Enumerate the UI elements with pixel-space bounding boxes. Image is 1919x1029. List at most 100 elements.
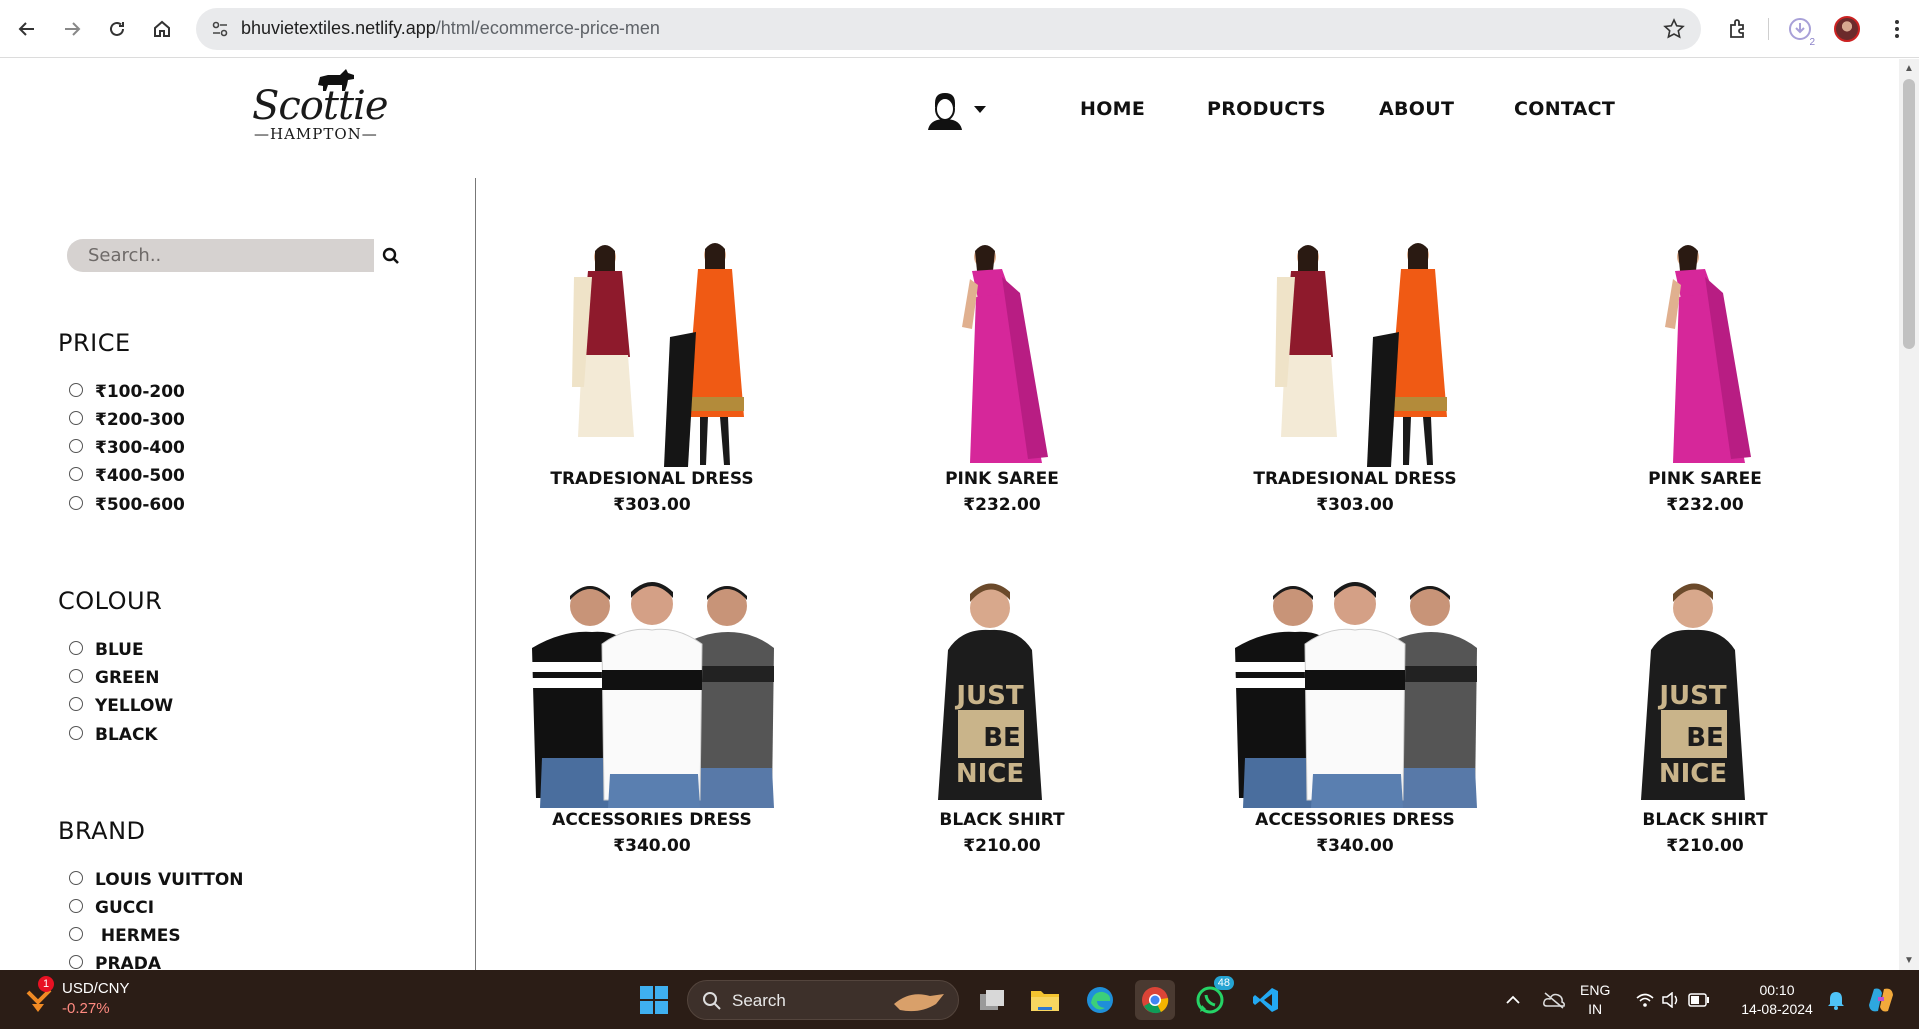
whatsapp-button[interactable]: 48: [1190, 976, 1234, 1020]
scroll-down-arrow-icon[interactable]: ▼: [1904, 955, 1914, 966]
start-button[interactable]: [634, 980, 674, 1020]
search-button[interactable]: [374, 239, 407, 272]
colour-option[interactable]: YELLOW: [69, 695, 173, 717]
price-option[interactable]: ₹100-200: [69, 381, 185, 403]
product-card[interactable]: ACCESSORIES DRESS ₹340.00: [502, 578, 802, 856]
radio-button[interactable]: [69, 899, 83, 913]
clock[interactable]: 00:10 14-08-2024: [1732, 981, 1822, 1019]
radio-button[interactable]: [69, 927, 83, 941]
product-image-pink-saree[interactable]: [1555, 237, 1855, 467]
scroll-up-arrow-icon[interactable]: ▲: [1904, 63, 1914, 74]
brand-option[interactable]: GUCCI: [69, 897, 154, 919]
copilot-button[interactable]: [1861, 980, 1901, 1020]
product-name[interactable]: PINK SAREE: [852, 469, 1152, 489]
edge-button[interactable]: [1080, 980, 1120, 1020]
price-option[interactable]: ₹400-500: [69, 465, 185, 487]
vscode-button[interactable]: [1246, 980, 1286, 1020]
product-name[interactable]: PINK SAREE: [1555, 469, 1855, 489]
extensions-button[interactable]: [1721, 12, 1755, 46]
product-name[interactable]: TRADESIONAL DRESS: [502, 469, 802, 489]
product-image-men-tshirts[interactable]: [1205, 578, 1505, 808]
product-image-pink-saree[interactable]: [852, 237, 1152, 467]
colour-option[interactable]: GREEN: [69, 667, 160, 689]
radio-button[interactable]: [69, 496, 83, 510]
radio-button[interactable]: [69, 467, 83, 481]
nav-products[interactable]: PRODUCTS: [1207, 98, 1326, 120]
price-option[interactable]: ₹300-400: [69, 437, 185, 459]
radio-button[interactable]: [69, 439, 83, 453]
product-card[interactable]: TRADESIONAL DRESS ₹303.00: [1205, 237, 1505, 515]
product-name[interactable]: BLACK SHIRT: [1555, 810, 1855, 830]
browser-menu-button[interactable]: [1880, 12, 1914, 46]
product-name[interactable]: ACCESSORIES DRESS: [1205, 810, 1505, 830]
nav-home[interactable]: HOME: [1080, 98, 1145, 120]
product-price: ₹303.00: [613, 495, 691, 515]
option-label: ₹100-200: [95, 382, 185, 402]
clock-time: 00:10: [1759, 982, 1795, 998]
product-card[interactable]: ACCESSORIES DRESS ₹340.00: [1205, 578, 1505, 856]
radio-button[interactable]: [69, 641, 83, 655]
notifications-button[interactable]: [1816, 980, 1856, 1020]
hoodie-print-line-1: JUST: [954, 681, 1024, 711]
product-card[interactable]: JUST BE NICE BLACK SHIRT ₹210.00: [1555, 578, 1855, 856]
site-logo[interactable]: Scottie —HAMPTON—: [252, 63, 388, 145]
tray-overflow-button[interactable]: [1493, 980, 1533, 1020]
address-bar[interactable]: bhuvietextiles.netlify.app/html/ecommerc…: [196, 8, 1701, 50]
product-image-black-hoodie[interactable]: JUST BE NICE: [1555, 578, 1855, 808]
downloads-button[interactable]: 2: [1783, 12, 1817, 48]
onedrive-button[interactable]: [1534, 980, 1574, 1020]
forward-button[interactable]: [55, 12, 89, 46]
profile-avatar[interactable]: [1834, 16, 1860, 42]
language-indicator[interactable]: ENG IN: [1580, 981, 1610, 1019]
search-input[interactable]: [67, 239, 374, 272]
radio-button[interactable]: [69, 726, 83, 740]
home-button[interactable]: [145, 12, 179, 46]
product-image-salwar-suits[interactable]: [1205, 237, 1505, 467]
bookmark-star-icon[interactable]: [1663, 18, 1685, 40]
product-card[interactable]: JUST BE NICE BLACK SHIRT ₹210.00: [852, 578, 1152, 856]
chrome-button[interactable]: [1135, 980, 1175, 1020]
radio-button[interactable]: [69, 697, 83, 711]
price-option[interactable]: ₹500-600: [69, 494, 185, 516]
back-button[interactable]: [10, 12, 44, 46]
product-card[interactable]: TRADESIONAL DRESS ₹303.00: [502, 237, 802, 515]
scrollbar-thumb[interactable]: [1903, 79, 1915, 349]
hoodie-print-line-2: BE: [1686, 723, 1724, 753]
page-scrollbar[interactable]: ▲ ▼: [1899, 59, 1919, 970]
user-menu-toggle[interactable]: [924, 89, 986, 131]
radio-button[interactable]: [69, 411, 83, 425]
colour-option[interactable]: BLUE: [69, 639, 144, 661]
radio-button[interactable]: [69, 955, 83, 969]
quick-settings-button[interactable]: [1628, 980, 1718, 1020]
product-card[interactable]: PINK SAREE ₹232.00: [852, 237, 1152, 515]
radio-button[interactable]: [69, 383, 83, 397]
task-view-button[interactable]: [972, 980, 1012, 1020]
colour-option[interactable]: BLACK: [69, 724, 158, 746]
product-image-men-tshirts[interactable]: [502, 578, 802, 808]
taskbar-search[interactable]: Search: [687, 980, 959, 1020]
three-men-tshirts-illustration: [1235, 582, 1477, 808]
product-image-black-hoodie[interactable]: JUST BE NICE: [852, 578, 1152, 808]
brand-option[interactable]: HERMES: [69, 925, 181, 947]
product-price: ₹210.00: [1666, 836, 1744, 856]
nav-contact[interactable]: CONTACT: [1514, 98, 1615, 120]
url-text[interactable]: bhuvietextiles.netlify.app/html/ecommerc…: [241, 18, 660, 39]
brand-option[interactable]: PRADA: [69, 953, 161, 970]
site-info-icon[interactable]: [210, 19, 230, 39]
language-region: IN: [1588, 1001, 1603, 1017]
product-card[interactable]: PINK SAREE ₹232.00: [1555, 237, 1855, 515]
brand-option[interactable]: LOUIS VUITTON: [69, 869, 244, 891]
product-image-salwar-suits[interactable]: [502, 237, 802, 467]
file-explorer-button[interactable]: [1025, 980, 1065, 1020]
filter-title-colour: COLOUR: [58, 587, 163, 615]
nav-about[interactable]: ABOUT: [1379, 98, 1454, 120]
hoodie-print-line-1: JUST: [1657, 681, 1727, 711]
product-name[interactable]: ACCESSORIES DRESS: [502, 810, 802, 830]
product-name[interactable]: TRADESIONAL DRESS: [1205, 469, 1505, 489]
folder-icon: [1031, 991, 1059, 1011]
price-option[interactable]: ₹200-300: [69, 409, 185, 431]
radio-button[interactable]: [69, 871, 83, 885]
reload-button[interactable]: [100, 12, 134, 46]
product-name[interactable]: BLACK SHIRT: [852, 810, 1152, 830]
radio-button[interactable]: [69, 669, 83, 683]
